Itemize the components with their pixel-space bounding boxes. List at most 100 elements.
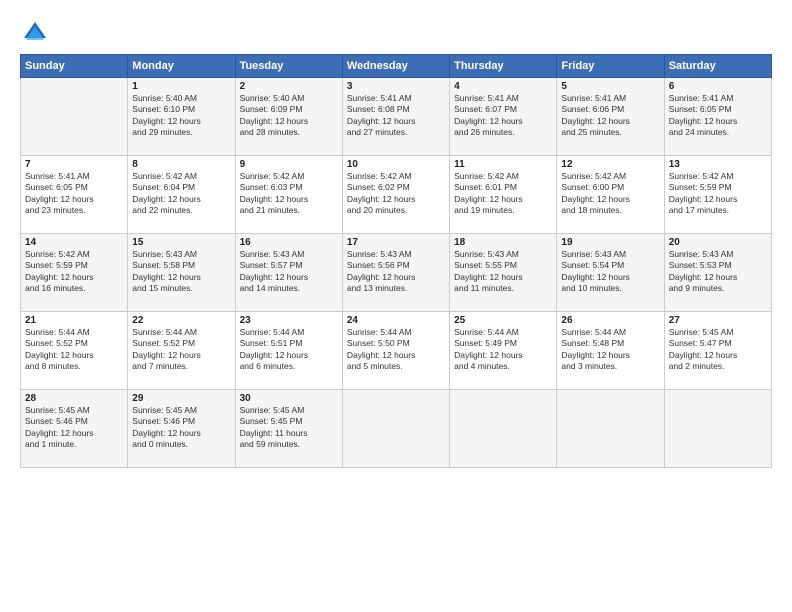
calendar-cell: 27Sunrise: 5:45 AM Sunset: 5:47 PM Dayli… bbox=[664, 312, 771, 390]
day-info: Sunrise: 5:42 AM Sunset: 5:59 PM Dayligh… bbox=[669, 171, 767, 217]
day-number: 12 bbox=[561, 159, 659, 170]
calendar-cell: 25Sunrise: 5:44 AM Sunset: 5:49 PM Dayli… bbox=[450, 312, 557, 390]
week-row-4: 21Sunrise: 5:44 AM Sunset: 5:52 PM Dayli… bbox=[21, 312, 772, 390]
day-number: 11 bbox=[454, 159, 552, 170]
weekday-header-sunday: Sunday bbox=[21, 55, 128, 78]
day-number: 1 bbox=[132, 81, 230, 92]
calendar-cell: 18Sunrise: 5:43 AM Sunset: 5:55 PM Dayli… bbox=[450, 234, 557, 312]
calendar-cell: 8Sunrise: 5:42 AM Sunset: 6:04 PM Daylig… bbox=[128, 156, 235, 234]
calendar-cell: 15Sunrise: 5:43 AM Sunset: 5:58 PM Dayli… bbox=[128, 234, 235, 312]
calendar-cell: 19Sunrise: 5:43 AM Sunset: 5:54 PM Dayli… bbox=[557, 234, 664, 312]
calendar-cell bbox=[664, 390, 771, 468]
day-number: 15 bbox=[132, 237, 230, 248]
day-info: Sunrise: 5:42 AM Sunset: 6:00 PM Dayligh… bbox=[561, 171, 659, 217]
calendar-header: SundayMondayTuesdayWednesdayThursdayFrid… bbox=[21, 55, 772, 78]
day-info: Sunrise: 5:43 AM Sunset: 5:54 PM Dayligh… bbox=[561, 249, 659, 295]
day-info: Sunrise: 5:44 AM Sunset: 5:52 PM Dayligh… bbox=[132, 327, 230, 373]
day-number: 9 bbox=[240, 159, 338, 170]
weekday-header-monday: Monday bbox=[128, 55, 235, 78]
calendar-body: 1Sunrise: 5:40 AM Sunset: 6:10 PM Daylig… bbox=[21, 78, 772, 468]
day-info: Sunrise: 5:45 AM Sunset: 5:45 PM Dayligh… bbox=[240, 405, 338, 451]
logo-icon bbox=[20, 18, 50, 48]
logo bbox=[20, 18, 54, 48]
day-info: Sunrise: 5:42 AM Sunset: 6:03 PM Dayligh… bbox=[240, 171, 338, 217]
day-number: 25 bbox=[454, 315, 552, 326]
calendar-cell: 21Sunrise: 5:44 AM Sunset: 5:52 PM Dayli… bbox=[21, 312, 128, 390]
day-info: Sunrise: 5:43 AM Sunset: 5:58 PM Dayligh… bbox=[132, 249, 230, 295]
calendar-cell: 16Sunrise: 5:43 AM Sunset: 5:57 PM Dayli… bbox=[235, 234, 342, 312]
weekday-header-thursday: Thursday bbox=[450, 55, 557, 78]
day-number: 20 bbox=[669, 237, 767, 248]
day-number: 13 bbox=[669, 159, 767, 170]
day-number: 29 bbox=[132, 393, 230, 404]
calendar-cell: 12Sunrise: 5:42 AM Sunset: 6:00 PM Dayli… bbox=[557, 156, 664, 234]
day-info: Sunrise: 5:43 AM Sunset: 5:57 PM Dayligh… bbox=[240, 249, 338, 295]
week-row-2: 7Sunrise: 5:41 AM Sunset: 6:05 PM Daylig… bbox=[21, 156, 772, 234]
weekday-row: SundayMondayTuesdayWednesdayThursdayFrid… bbox=[21, 55, 772, 78]
day-number: 2 bbox=[240, 81, 338, 92]
page: SundayMondayTuesdayWednesdayThursdayFrid… bbox=[0, 0, 792, 612]
day-number: 5 bbox=[561, 81, 659, 92]
calendar-cell: 10Sunrise: 5:42 AM Sunset: 6:02 PM Dayli… bbox=[342, 156, 449, 234]
calendar-cell bbox=[342, 390, 449, 468]
day-info: Sunrise: 5:44 AM Sunset: 5:51 PM Dayligh… bbox=[240, 327, 338, 373]
weekday-header-tuesday: Tuesday bbox=[235, 55, 342, 78]
day-number: 10 bbox=[347, 159, 445, 170]
day-info: Sunrise: 5:45 AM Sunset: 5:47 PM Dayligh… bbox=[669, 327, 767, 373]
calendar-cell: 11Sunrise: 5:42 AM Sunset: 6:01 PM Dayli… bbox=[450, 156, 557, 234]
day-number: 19 bbox=[561, 237, 659, 248]
day-number: 3 bbox=[347, 81, 445, 92]
calendar-cell bbox=[557, 390, 664, 468]
calendar-cell: 29Sunrise: 5:45 AM Sunset: 5:46 PM Dayli… bbox=[128, 390, 235, 468]
day-info: Sunrise: 5:42 AM Sunset: 6:02 PM Dayligh… bbox=[347, 171, 445, 217]
day-number: 8 bbox=[132, 159, 230, 170]
day-number: 18 bbox=[454, 237, 552, 248]
calendar-cell: 26Sunrise: 5:44 AM Sunset: 5:48 PM Dayli… bbox=[557, 312, 664, 390]
calendar-cell: 22Sunrise: 5:44 AM Sunset: 5:52 PM Dayli… bbox=[128, 312, 235, 390]
calendar-cell bbox=[450, 390, 557, 468]
day-info: Sunrise: 5:44 AM Sunset: 5:49 PM Dayligh… bbox=[454, 327, 552, 373]
day-number: 27 bbox=[669, 315, 767, 326]
calendar-cell: 9Sunrise: 5:42 AM Sunset: 6:03 PM Daylig… bbox=[235, 156, 342, 234]
weekday-header-saturday: Saturday bbox=[664, 55, 771, 78]
day-number: 14 bbox=[25, 237, 123, 248]
day-info: Sunrise: 5:44 AM Sunset: 5:48 PM Dayligh… bbox=[561, 327, 659, 373]
week-row-1: 1Sunrise: 5:40 AM Sunset: 6:10 PM Daylig… bbox=[21, 78, 772, 156]
calendar-cell: 13Sunrise: 5:42 AM Sunset: 5:59 PM Dayli… bbox=[664, 156, 771, 234]
calendar-cell: 6Sunrise: 5:41 AM Sunset: 6:05 PM Daylig… bbox=[664, 78, 771, 156]
week-row-3: 14Sunrise: 5:42 AM Sunset: 5:59 PM Dayli… bbox=[21, 234, 772, 312]
calendar: SundayMondayTuesdayWednesdayThursdayFrid… bbox=[20, 54, 772, 468]
header bbox=[20, 18, 772, 48]
day-info: Sunrise: 5:40 AM Sunset: 6:10 PM Dayligh… bbox=[132, 93, 230, 139]
day-number: 28 bbox=[25, 393, 123, 404]
weekday-header-friday: Friday bbox=[557, 55, 664, 78]
day-info: Sunrise: 5:40 AM Sunset: 6:09 PM Dayligh… bbox=[240, 93, 338, 139]
day-number: 26 bbox=[561, 315, 659, 326]
day-number: 21 bbox=[25, 315, 123, 326]
calendar-cell: 28Sunrise: 5:45 AM Sunset: 5:46 PM Dayli… bbox=[21, 390, 128, 468]
day-info: Sunrise: 5:43 AM Sunset: 5:53 PM Dayligh… bbox=[669, 249, 767, 295]
weekday-header-wednesday: Wednesday bbox=[342, 55, 449, 78]
day-info: Sunrise: 5:41 AM Sunset: 6:08 PM Dayligh… bbox=[347, 93, 445, 139]
calendar-cell: 3Sunrise: 5:41 AM Sunset: 6:08 PM Daylig… bbox=[342, 78, 449, 156]
day-number: 4 bbox=[454, 81, 552, 92]
calendar-cell: 23Sunrise: 5:44 AM Sunset: 5:51 PM Dayli… bbox=[235, 312, 342, 390]
day-info: Sunrise: 5:41 AM Sunset: 6:07 PM Dayligh… bbox=[454, 93, 552, 139]
calendar-cell: 5Sunrise: 5:41 AM Sunset: 6:06 PM Daylig… bbox=[557, 78, 664, 156]
day-info: Sunrise: 5:45 AM Sunset: 5:46 PM Dayligh… bbox=[25, 405, 123, 451]
day-number: 24 bbox=[347, 315, 445, 326]
week-row-5: 28Sunrise: 5:45 AM Sunset: 5:46 PM Dayli… bbox=[21, 390, 772, 468]
day-info: Sunrise: 5:42 AM Sunset: 5:59 PM Dayligh… bbox=[25, 249, 123, 295]
calendar-cell: 4Sunrise: 5:41 AM Sunset: 6:07 PM Daylig… bbox=[450, 78, 557, 156]
calendar-cell: 1Sunrise: 5:40 AM Sunset: 6:10 PM Daylig… bbox=[128, 78, 235, 156]
calendar-cell: 30Sunrise: 5:45 AM Sunset: 5:45 PM Dayli… bbox=[235, 390, 342, 468]
calendar-cell: 14Sunrise: 5:42 AM Sunset: 5:59 PM Dayli… bbox=[21, 234, 128, 312]
calendar-cell bbox=[21, 78, 128, 156]
day-info: Sunrise: 5:42 AM Sunset: 6:01 PM Dayligh… bbox=[454, 171, 552, 217]
calendar-cell: 20Sunrise: 5:43 AM Sunset: 5:53 PM Dayli… bbox=[664, 234, 771, 312]
day-number: 30 bbox=[240, 393, 338, 404]
day-info: Sunrise: 5:44 AM Sunset: 5:52 PM Dayligh… bbox=[25, 327, 123, 373]
day-number: 22 bbox=[132, 315, 230, 326]
day-number: 16 bbox=[240, 237, 338, 248]
calendar-cell: 24Sunrise: 5:44 AM Sunset: 5:50 PM Dayli… bbox=[342, 312, 449, 390]
